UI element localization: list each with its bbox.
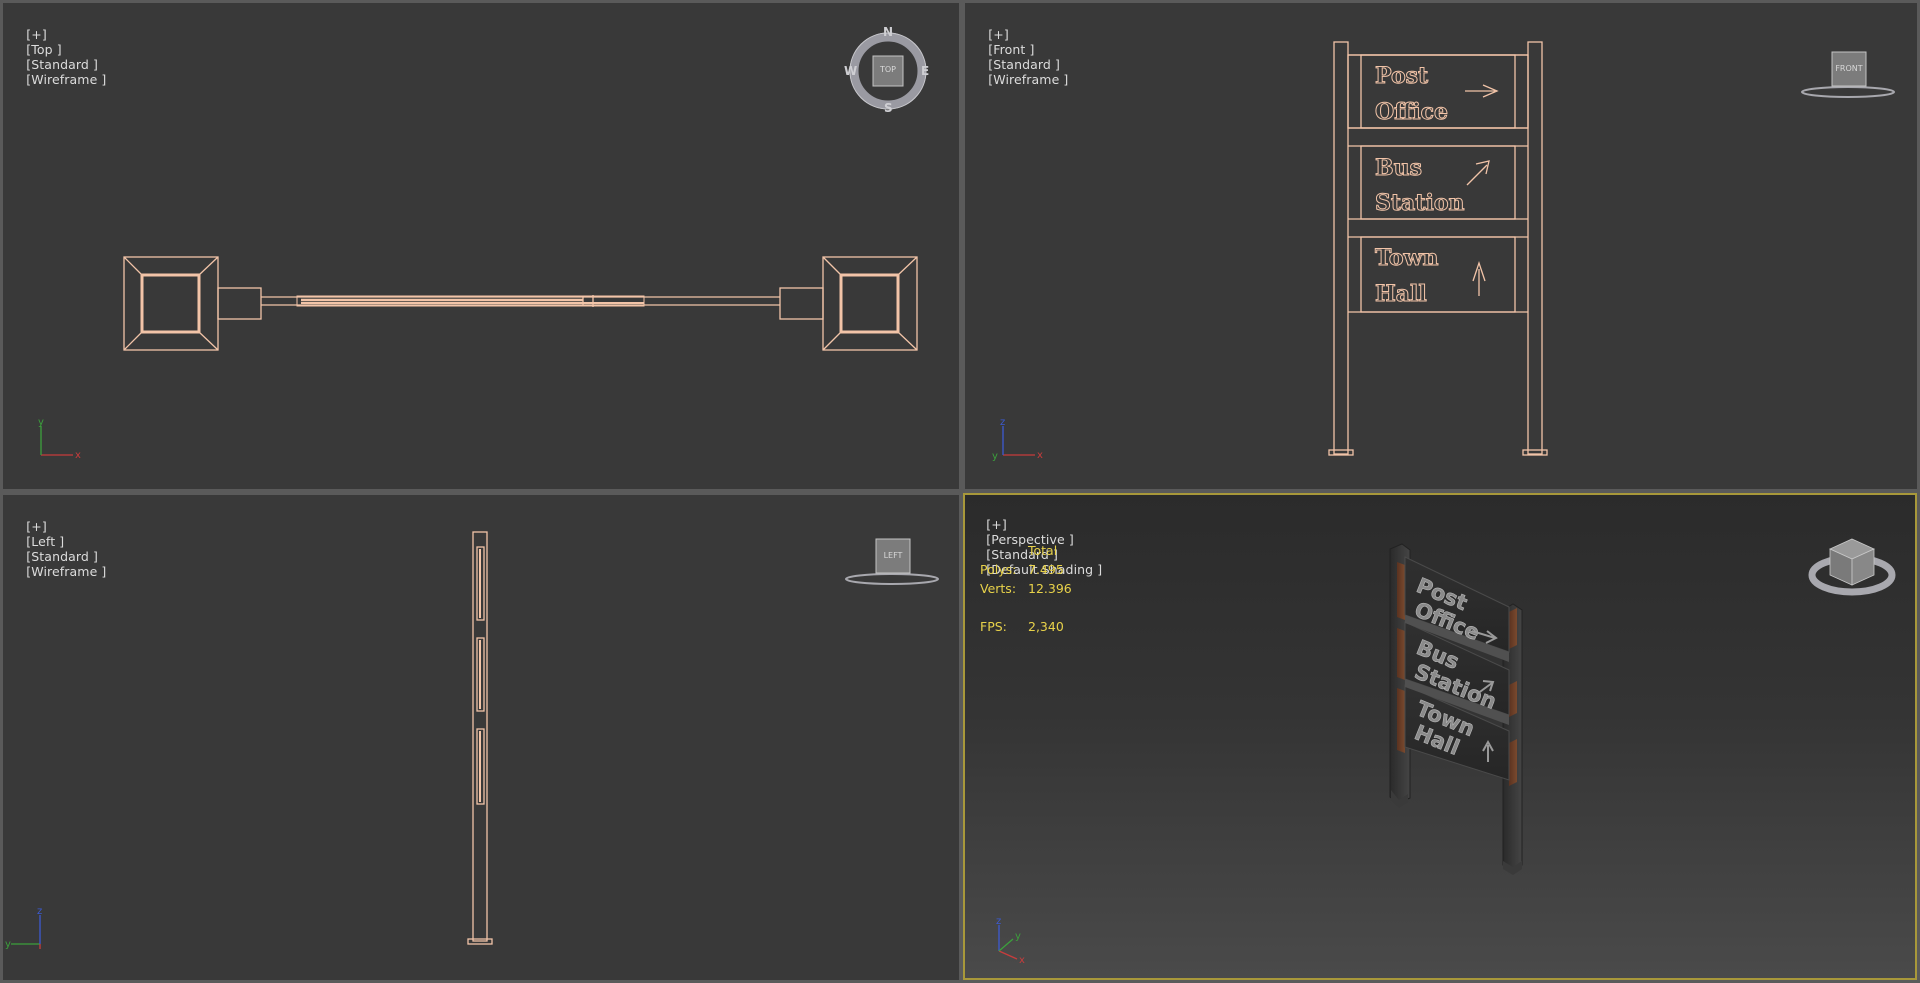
svg-text:z: z [1000,418,1005,428]
front-sign-line-6: Hall [1375,281,1427,307]
viewport-front[interactable]: [+] [Front ] [Standard ] [Wireframe ] Po… [965,3,1917,489]
svg-text:z: z [37,907,42,917]
top-wireframe-drawing [123,256,918,351]
front-wireframe-drawing: Post Office Bus Station Town Hall [1328,41,1548,456]
viewcube-face-label[interactable]: LEFT [876,551,910,560]
compass-west: W [844,64,858,78]
svg-text:y: y [5,939,11,950]
compass-south: S [884,101,893,115]
viewport-left[interactable]: [+] [Left ] [Standard ] [Wireframe ] LEF… [3,495,959,980]
viewport-perspective[interactable]: [+] [Perspective ] [Standard ] [Default … [963,493,1917,980]
front-sign-line-1: Post [1375,63,1429,89]
front-sign-line-3: Bus [1375,155,1422,181]
svg-text:y: y [992,451,998,462]
svg-text:y: y [1015,931,1021,942]
left-wireframe-drawing [467,531,493,945]
front-sign-line-5: Town [1375,245,1438,271]
svg-text:x: x [1019,955,1025,965]
viewcube-perspective[interactable] [1808,531,1898,603]
axis-tripod-icon: y z [5,907,42,950]
compass-north: N [883,25,894,39]
viewcube-3d-icon [1808,538,1896,596]
svg-text:z: z [996,916,1001,927]
viewcube-left[interactable]: LEFT [842,537,942,587]
svg-text:x: x [1037,450,1043,461]
front-sign-line-2: Office [1375,99,1448,125]
viewcube-front[interactable]: FRONT [1798,50,1898,100]
viewcube-icon [845,538,939,585]
compass-east: E [921,64,930,78]
axis-tripod-icon: x y [38,418,81,461]
viewcube-top[interactable]: TOP N S W E [844,25,930,115]
viewcube-icon [1801,51,1895,98]
svg-text:y: y [38,418,44,428]
perspective-signpost-render: Post Office Bus Station Town Hall [1389,543,1523,875]
axis-tripod-icon: x z y [992,418,1043,462]
axis-tripod-icon: z x y [996,916,1025,965]
svg-text:x: x [75,450,81,461]
viewcube-face-label[interactable]: TOP [873,65,903,74]
viewcube-face-label[interactable]: FRONT [1832,64,1866,73]
viewport-top[interactable]: [+] [Top ] [Standard ] [Wireframe ] TOP … [3,3,959,489]
front-sign-line-4: Station [1375,190,1465,216]
